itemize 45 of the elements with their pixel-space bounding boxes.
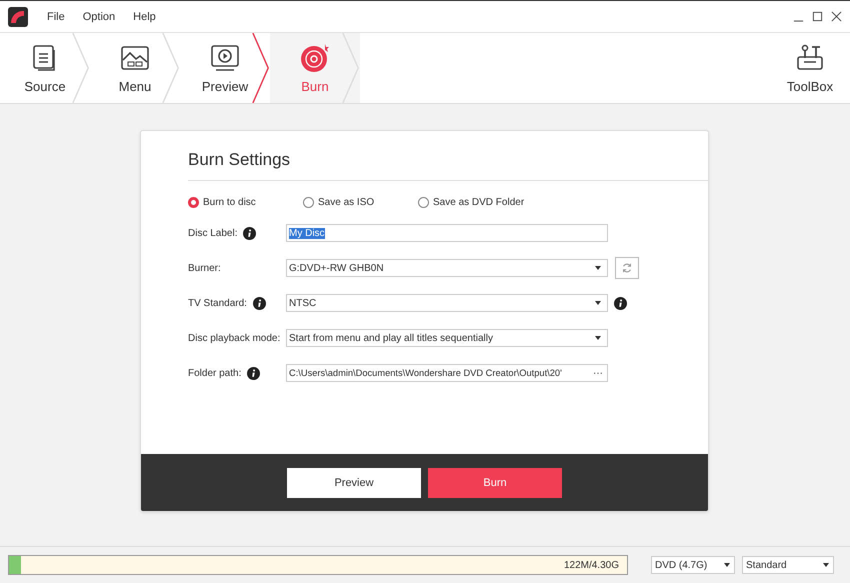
menu-item[interactable]: File bbox=[47, 10, 65, 22]
step-tab[interactable]: Menu bbox=[90, 33, 180, 103]
dropdown[interactable]: NTSC bbox=[286, 294, 608, 312]
dropdown[interactable]: Start from menu and play all titles sequentially bbox=[286, 329, 608, 347]
field-label: Burner: bbox=[188, 262, 221, 274]
info-icon[interactable] bbox=[614, 296, 627, 310]
menu-item[interactable]: Help bbox=[133, 10, 156, 22]
refresh-icon bbox=[621, 262, 633, 274]
info-icon[interactable] bbox=[243, 226, 256, 240]
quality-dropdown[interactable]: Standard bbox=[742, 556, 834, 574]
dropdown[interactable]: G:DVD+-RW GHB0N bbox=[286, 259, 608, 277]
disc-icon bbox=[300, 42, 330, 72]
disc-label-field[interactable]: My Disc bbox=[286, 224, 608, 242]
caret-icon bbox=[595, 336, 601, 340]
step-tab[interactable]: Burn bbox=[270, 33, 360, 103]
folder-path-field[interactable]: C:\Users\admin\Documents\Wondershare DVD Creator\Output\20' ··· bbox=[286, 364, 608, 382]
preview-button[interactable]: Preview bbox=[287, 468, 421, 498]
menu-item[interactable]: Option bbox=[82, 10, 116, 22]
field-label: Folder path: bbox=[188, 368, 242, 378]
step-tab[interactable]: Preview bbox=[180, 33, 270, 103]
app-logo-icon bbox=[8, 6, 28, 26]
radio-option[interactable]: Save as ISO bbox=[303, 197, 418, 208]
caret-icon bbox=[595, 266, 601, 270]
field-label: Disc Label: bbox=[188, 228, 238, 238]
info-icon[interactable] bbox=[252, 296, 266, 310]
field-label: Disc playback mode: bbox=[188, 332, 280, 344]
refresh-button[interactable] bbox=[615, 257, 639, 279]
close-icon[interactable] bbox=[831, 11, 842, 22]
capacity-reading: 122M/4.30G bbox=[564, 560, 619, 570]
chevron-icon bbox=[252, 33, 270, 103]
caret-icon bbox=[823, 563, 829, 567]
toolbox-button[interactable]: ToolBox bbox=[770, 33, 850, 103]
radio-option[interactable]: Burn to disc bbox=[188, 197, 303, 208]
toolbox-icon bbox=[795, 42, 825, 72]
info-icon[interactable] bbox=[247, 366, 260, 380]
field-label: TV Standard: bbox=[188, 298, 247, 308]
radio-option[interactable]: Save as DVD Folder bbox=[418, 197, 524, 208]
caret-icon bbox=[595, 301, 601, 305]
caret-icon bbox=[724, 563, 730, 567]
card-title: Burn Settings bbox=[188, 150, 708, 181]
maximize-icon[interactable] bbox=[812, 11, 823, 22]
disc-type-dropdown[interactable]: DVD (4.7G) bbox=[651, 556, 735, 574]
burn-button[interactable]: Burn bbox=[428, 468, 562, 498]
step-tab[interactable]: Source bbox=[0, 33, 90, 103]
play-icon bbox=[210, 42, 240, 72]
